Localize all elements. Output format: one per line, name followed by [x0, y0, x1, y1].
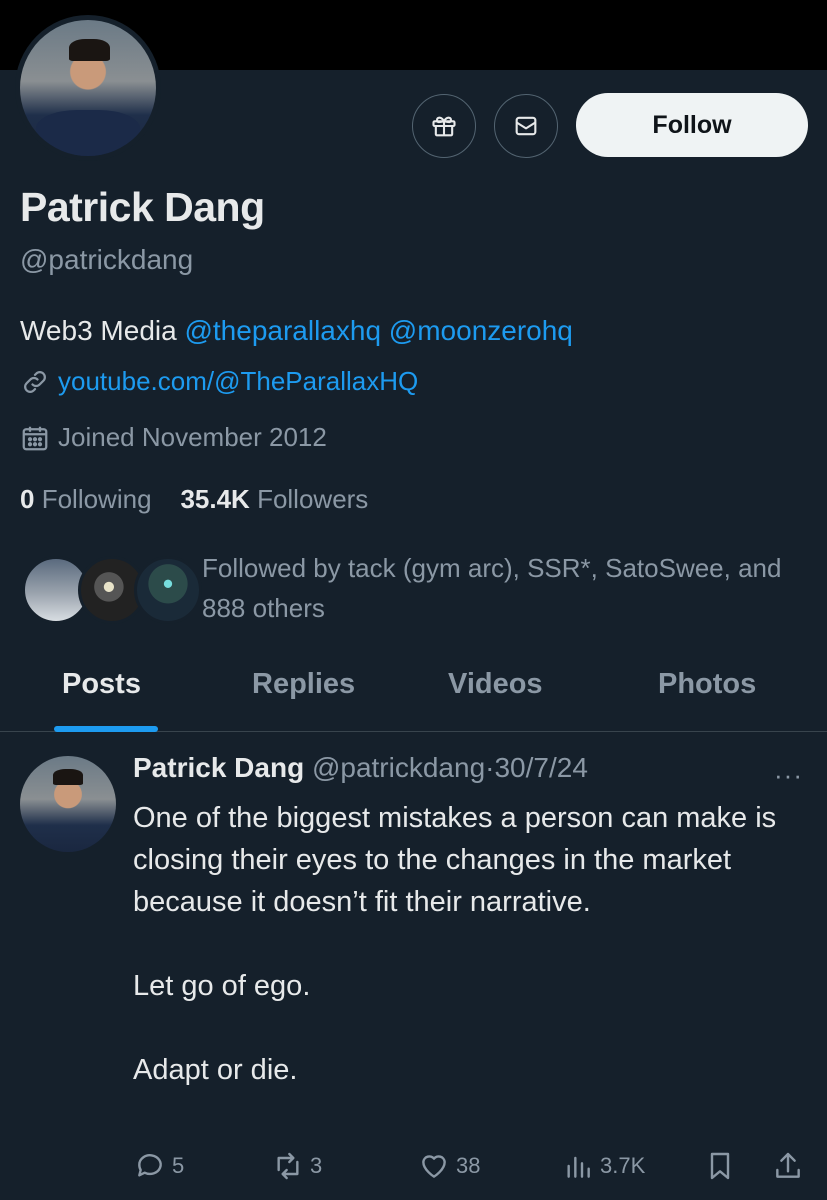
post-body: One of the biggest mistakes a person can… — [133, 797, 793, 1091]
profile-tabs: Posts Replies Videos Photos — [0, 650, 827, 732]
tab-videos[interactable]: Videos — [448, 668, 543, 701]
views-count: 3.7K — [600, 1153, 646, 1178]
bookmark-icon — [710, 1152, 730, 1180]
post-paragraph: One of the biggest mistakes a person can… — [133, 802, 777, 918]
repost-button[interactable]: 3 — [272, 1150, 322, 1182]
calendar-icon — [22, 426, 48, 450]
profile-avatar[interactable] — [15, 15, 161, 161]
like-button[interactable]: 38 — [418, 1150, 480, 1182]
post-date[interactable]: 30/7/24 — [494, 752, 587, 783]
tab-photos[interactable]: Photos — [658, 668, 756, 701]
message-button[interactable] — [494, 94, 558, 158]
bio-mention-moonzerohq[interactable]: @moonzerohq — [389, 315, 573, 346]
more-options-icon[interactable]: ··· — [774, 760, 803, 791]
follow-counts: 0 Following 35.4K Followers — [20, 484, 368, 515]
followed-by-text[interactable]: Followed by tack (gym arc), SSR*, SatoSw… — [202, 548, 802, 628]
avatar — [134, 556, 202, 624]
share-icon — [776, 1152, 800, 1178]
joined-row: Joined November 2012 — [20, 422, 327, 453]
views-button[interactable]: 3.7K — [562, 1150, 645, 1182]
post-header: Patrick Dang @patrickdang·30/7/24 — [133, 752, 588, 784]
profile-bio: Web3 Media @theparallaxhq @moonzerohq — [20, 315, 573, 347]
followers-link[interactable]: 35.4K Followers — [180, 484, 368, 514]
follow-button[interactable]: Follow — [576, 93, 808, 157]
post-paragraph: Let go of ego. — [133, 970, 311, 1002]
gift-icon — [432, 116, 456, 137]
link-icon — [24, 370, 46, 393]
bio-mention-theparallaxhq[interactable]: @theparallaxhq — [184, 315, 381, 346]
website-link[interactable]: youtube.com/@TheParallaxHQ — [58, 366, 418, 397]
like-count: 38 — [456, 1153, 481, 1178]
repost-icon — [277, 1152, 299, 1180]
following-link[interactable]: 0 Following — [20, 484, 152, 514]
gift-button[interactable] — [412, 94, 476, 158]
post-actions: 5 3 38 3.7K — [0, 1150, 827, 1194]
followed-by-avatars[interactable] — [22, 556, 202, 626]
tab-posts[interactable]: Posts — [62, 668, 141, 701]
post-paragraph: Adapt or die. — [133, 1054, 298, 1086]
tab-replies[interactable]: Replies — [252, 668, 355, 701]
profile-name: Patrick Dang — [20, 184, 265, 230]
bookmark-button[interactable] — [704, 1150, 736, 1182]
reply-button[interactable]: 5 — [134, 1150, 184, 1182]
followers-label: Followers — [257, 484, 369, 514]
bio-text: Web3 Media — [20, 315, 185, 346]
reply-icon — [138, 1154, 162, 1177]
reply-count: 5 — [172, 1153, 185, 1178]
followers-count: 35.4K — [180, 484, 250, 514]
website-row: youtube.com/@TheParallaxHQ — [20, 366, 418, 397]
active-tab-indicator — [54, 726, 158, 732]
profile-handle: @patrickdang — [20, 244, 194, 275]
post-avatar[interactable] — [20, 756, 116, 852]
following-label: Following — [41, 484, 152, 514]
post-handle[interactable]: @patrickdang — [312, 752, 485, 783]
share-button[interactable] — [772, 1150, 804, 1182]
post-author[interactable]: Patrick Dang — [133, 752, 304, 783]
joined-date: Joined November 2012 — [58, 422, 327, 452]
like-icon — [422, 1155, 446, 1178]
following-count: 0 — [20, 484, 35, 514]
repost-count: 3 — [310, 1153, 323, 1178]
mail-icon — [515, 116, 537, 136]
views-icon — [567, 1156, 590, 1178]
